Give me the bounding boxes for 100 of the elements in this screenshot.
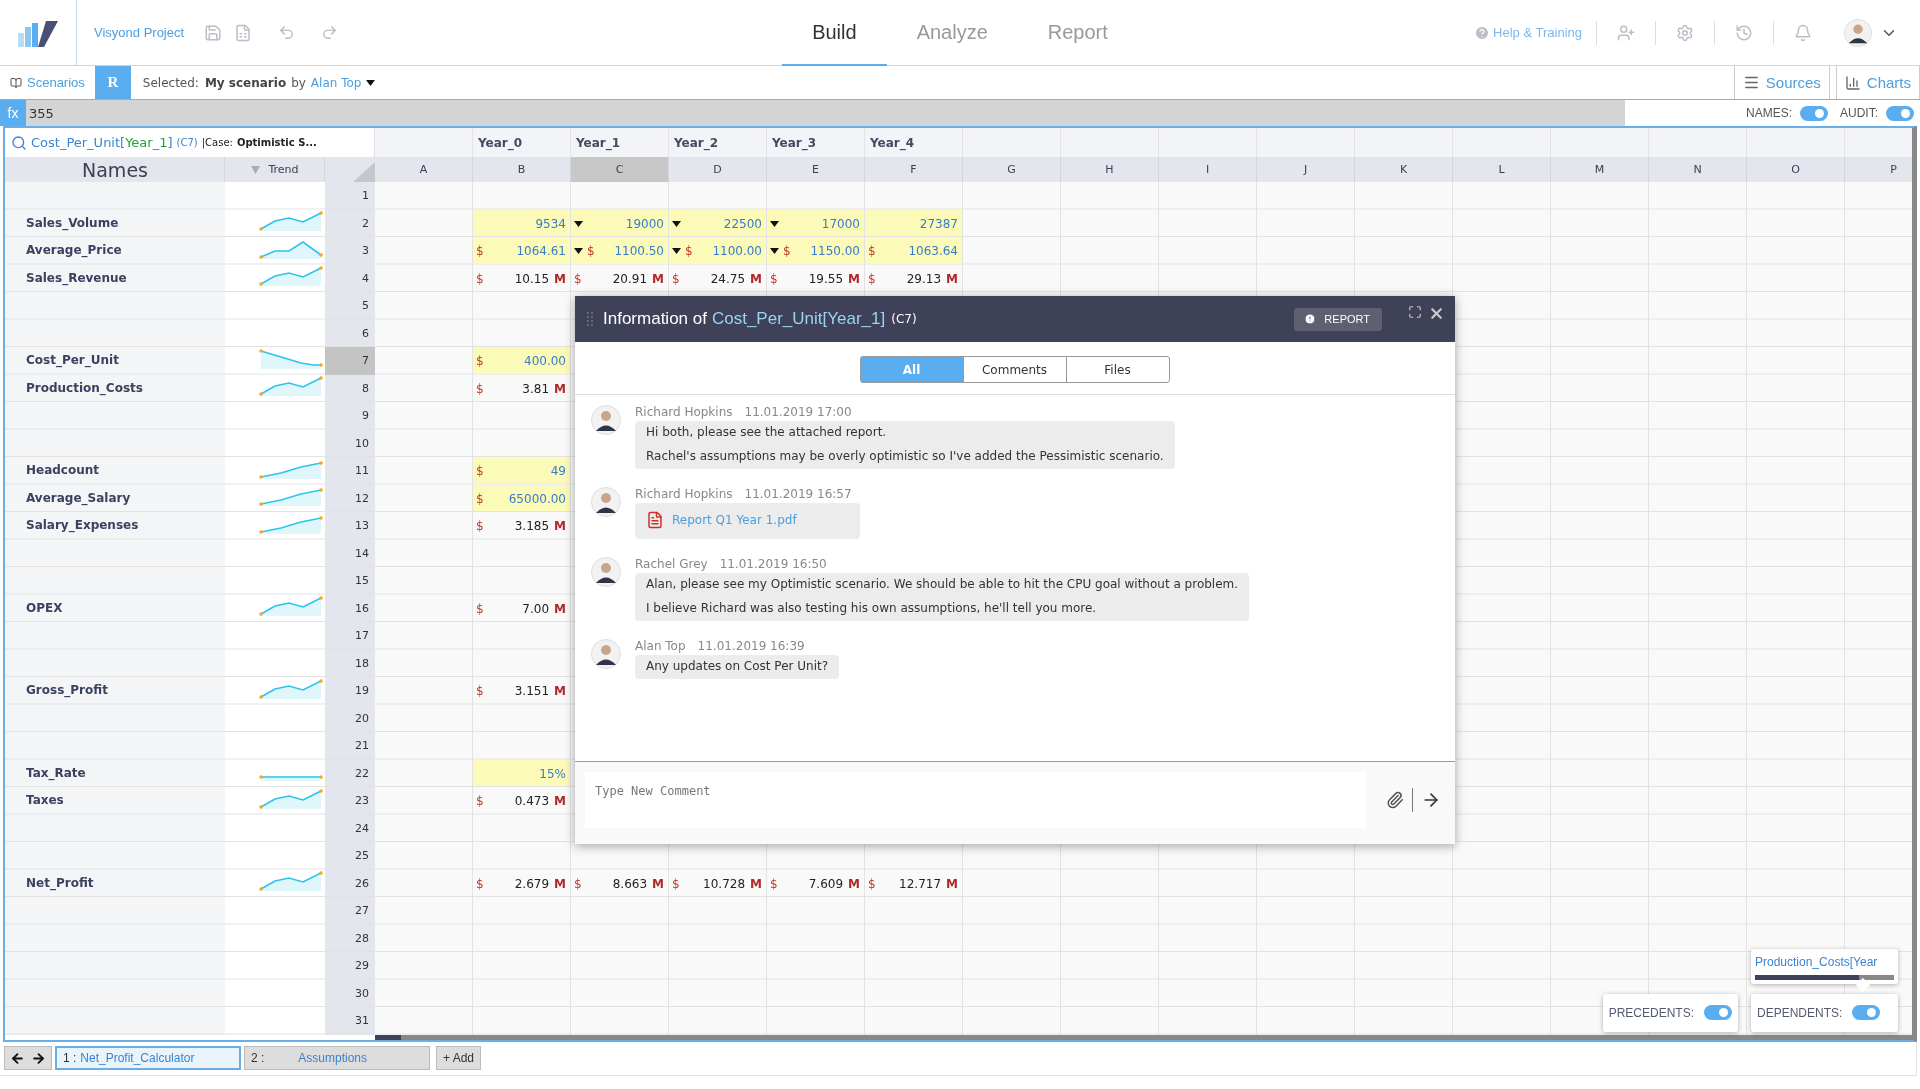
dropdown-icon[interactable] bbox=[574, 248, 583, 255]
row-name: Taxes bbox=[26, 793, 64, 807]
row-number[interactable]: 3 bbox=[325, 237, 375, 265]
sheet-tab[interactable]: 1 : Net_Profit_Calculator bbox=[55, 1046, 241, 1070]
formula-field[interactable]: 355 bbox=[26, 100, 1625, 126]
row-number[interactable]: 11 bbox=[325, 457, 375, 485]
save-icon[interactable] bbox=[204, 23, 223, 42]
currency-sign: $ bbox=[868, 876, 876, 891]
toggle-switch[interactable] bbox=[1800, 105, 1828, 121]
row-number[interactable]: 17 bbox=[325, 622, 375, 650]
input-cell[interactable]: 9534 bbox=[473, 209, 570, 236]
row-number[interactable]: 1 bbox=[325, 182, 375, 210]
settings-icon[interactable] bbox=[1676, 23, 1694, 42]
avatar-icon bbox=[591, 487, 621, 517]
row-number[interactable]: 4 bbox=[325, 264, 375, 292]
input-cell[interactable]: 19000 bbox=[571, 209, 668, 236]
dependent-link[interactable]: Production_Costs[Year bbox=[1755, 954, 1894, 969]
row-number[interactable]: 19 bbox=[325, 677, 375, 705]
row-number[interactable]: 5 bbox=[325, 292, 375, 320]
attach-icon[interactable] bbox=[1386, 791, 1404, 809]
row-number[interactable]: 13 bbox=[325, 512, 375, 540]
report-button[interactable]: REPORT bbox=[1294, 307, 1382, 331]
cell-value: 29.13 bbox=[906, 271, 942, 286]
avatar-icon bbox=[1844, 18, 1872, 47]
help-icon bbox=[1474, 24, 1491, 41]
caret-icon[interactable] bbox=[366, 79, 376, 86]
bell-icon[interactable] bbox=[1794, 23, 1812, 42]
row-number[interactable]: 14 bbox=[325, 539, 375, 567]
toggle-switch[interactable] bbox=[1704, 1005, 1732, 1020]
expand-icon[interactable] bbox=[1408, 305, 1422, 319]
row-number[interactable]: 20 bbox=[325, 704, 375, 732]
input-cell[interactable]: 27387 bbox=[865, 209, 962, 236]
row-number[interactable]: 18 bbox=[325, 649, 375, 677]
row-number[interactable]: 7 bbox=[325, 347, 375, 375]
nav-tab[interactable]: Build bbox=[782, 0, 887, 66]
row-number[interactable]: 12 bbox=[325, 484, 375, 512]
previous-icon[interactable] bbox=[10, 1050, 25, 1066]
toggle-switch[interactable] bbox=[1852, 1005, 1881, 1020]
sheet-tab[interactable]: 2 : Assumptions bbox=[244, 1046, 430, 1070]
input-cell[interactable]: $ 1150.00 bbox=[767, 237, 864, 264]
row-number[interactable]: 27 bbox=[325, 897, 375, 925]
input-cell[interactable]: $ 1063.64 bbox=[865, 237, 962, 264]
add-user-icon[interactable] bbox=[1617, 23, 1635, 42]
dropdown-icon[interactable] bbox=[672, 248, 681, 255]
name-box[interactable]: Cost_Per_Unit[Year_1] (C7) |Case: Optimistic S... bbox=[5, 128, 375, 157]
history-icon[interactable] bbox=[1735, 23, 1753, 42]
next-icon[interactable] bbox=[31, 1050, 46, 1066]
input-cell[interactable]: $ 1100.50 bbox=[571, 237, 668, 264]
comment-text: Hi both, please see the attached report. bbox=[646, 425, 888, 439]
row-number[interactable]: 16 bbox=[325, 594, 375, 622]
dropdown-icon[interactable] bbox=[672, 220, 681, 227]
row-name: Cost_Per_Unit bbox=[26, 353, 119, 367]
input-cell[interactable]: $ 1100.00 bbox=[669, 237, 766, 264]
add-sheet-button[interactable]: + Add bbox=[436, 1046, 482, 1070]
cell-value: 19000 bbox=[625, 216, 664, 231]
input-cell[interactable]: 22500 bbox=[669, 209, 766, 236]
close-icon[interactable] bbox=[1428, 305, 1445, 322]
row-number[interactable]: 8 bbox=[325, 374, 375, 402]
selected-label: Selected: bbox=[142, 75, 199, 90]
unit-label: M bbox=[946, 876, 958, 891]
toggle-label: DEPENDENTS: bbox=[1757, 1005, 1843, 1020]
input-cell[interactable]: $ 1064.61 bbox=[473, 237, 570, 264]
input-cell[interactable]: $ 400.00 bbox=[473, 347, 570, 374]
search-icon[interactable] bbox=[11, 134, 27, 151]
filter-icon[interactable] bbox=[251, 165, 261, 174]
row-number[interactable]: 22 bbox=[325, 759, 375, 787]
row-number[interactable]: 23 bbox=[325, 787, 375, 815]
row-number[interactable]: 26 bbox=[325, 869, 375, 897]
row-number[interactable]: 10 bbox=[325, 429, 375, 457]
dropdown-icon[interactable] bbox=[770, 220, 779, 227]
row-number[interactable]: 24 bbox=[325, 814, 375, 842]
row-number[interactable]: 9 bbox=[325, 402, 375, 430]
row-number[interactable]: 2 bbox=[325, 209, 375, 237]
redo-icon[interactable] bbox=[321, 24, 339, 41]
row-number[interactable]: 31 bbox=[325, 1007, 375, 1035]
currency-sign: $ bbox=[476, 601, 484, 616]
input-cell[interactable]: $ 65000.00 bbox=[473, 484, 570, 511]
horizontal-scrollbar[interactable] bbox=[375, 1034, 1912, 1040]
undo-icon[interactable] bbox=[278, 24, 296, 41]
row-number[interactable]: 25 bbox=[325, 842, 375, 870]
filter-tab[interactable]: Comments bbox=[962, 356, 1067, 383]
toggle-switch[interactable] bbox=[1886, 105, 1914, 121]
column-header[interactable]: C bbox=[571, 157, 669, 182]
comment-field[interactable]: Type New Comment bbox=[585, 772, 1366, 828]
row-number[interactable]: 29 bbox=[325, 952, 375, 980]
drag-handle-icon[interactable] bbox=[587, 312, 593, 326]
filter-tab[interactable]: Files bbox=[1065, 356, 1170, 383]
dropdown-icon[interactable] bbox=[770, 248, 779, 255]
row-number[interactable]: 6 bbox=[325, 319, 375, 347]
input-cell[interactable]: $ 49 bbox=[473, 457, 570, 484]
row-number[interactable]: 15 bbox=[325, 567, 375, 595]
dropdown-icon[interactable] bbox=[574, 220, 583, 227]
subject-link[interactable]: Cost_Per_Unit[Year_1] bbox=[711, 309, 886, 329]
row-number[interactable]: 28 bbox=[325, 924, 375, 952]
spreadsheet-icon[interactable] bbox=[234, 23, 253, 42]
year-header: Year_3 bbox=[772, 135, 817, 150]
row-number[interactable]: 30 bbox=[325, 979, 375, 1007]
input-cell[interactable]: 15% bbox=[473, 759, 570, 786]
input-cell[interactable]: 17000 bbox=[767, 209, 864, 236]
row-number[interactable]: 21 bbox=[325, 732, 375, 760]
